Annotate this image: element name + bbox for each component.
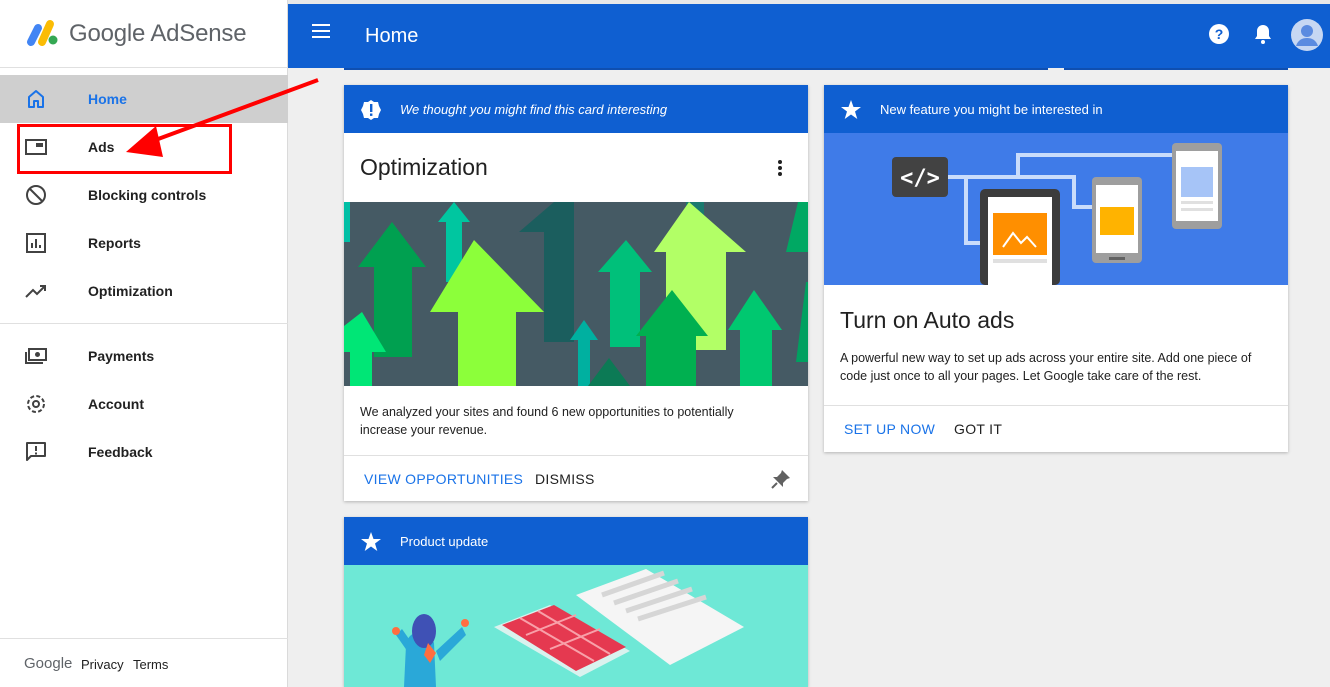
sidebar-item-label: Feedback (88, 444, 153, 460)
sidebar-divider (0, 323, 288, 324)
auto-ads-illustration: </> (824, 133, 1288, 285)
privacy-link[interactable]: Privacy (81, 657, 124, 672)
annotation-highlight-box (17, 124, 232, 174)
pin-icon[interactable] (771, 469, 791, 489)
set-up-now-button[interactable]: SET UP NOW (844, 421, 935, 437)
optimization-card: We thought you might find this card inte… (344, 85, 808, 501)
card-header: New feature you might be interested in (824, 85, 1288, 133)
card-header-text: We thought you might find this card inte… (400, 102, 668, 117)
card-title: Optimization (360, 154, 488, 180)
page-title: Home (365, 25, 419, 47)
feedback-icon (26, 442, 46, 461)
card-actions: SET UP NOW GOT IT (824, 405, 1288, 451)
more-vert-icon[interactable] (776, 159, 784, 177)
svg-text:?: ? (1215, 26, 1224, 42)
sidebar-item-account[interactable]: Account (0, 380, 288, 428)
menu-icon[interactable] (312, 24, 330, 38)
dismiss-button[interactable]: DISMISS (535, 471, 595, 487)
sidebar-item-payments[interactable]: Payments (0, 332, 288, 380)
payments-icon (25, 348, 47, 364)
sidebar-item-label: Blocking controls (88, 187, 207, 203)
adsense-logo[interactable]: Google AdSense (0, 0, 288, 68)
main-content: We thought you might find this card inte… (288, 68, 1330, 687)
reports-icon (26, 233, 46, 253)
svg-text:</>: </> (900, 166, 940, 191)
card-header-text: Product update (400, 534, 489, 549)
product-update-card: Product update (344, 517, 808, 687)
card-title: Turn on Auto ads (840, 307, 1015, 333)
help-icon[interactable]: ? (1207, 22, 1231, 46)
star-icon (841, 100, 861, 119)
trending-icon (25, 285, 46, 298)
view-opportunities-button[interactable]: VIEW OPPORTUNITIES (364, 471, 523, 487)
previous-card-edge (1064, 68, 1288, 70)
gear-icon (27, 395, 45, 413)
product-update-illustration (344, 565, 808, 687)
optimization-illustration (344, 202, 808, 386)
notifications-icon[interactable] (1251, 22, 1275, 46)
sidebar-item-label: Payments (88, 348, 155, 364)
sidebar-item-label: Home (88, 91, 127, 107)
card-actions: VIEW OPPORTUNITIES DISMISS (344, 455, 808, 501)
card-header: Product update (344, 517, 808, 565)
sidebar-item-home[interactable]: Home (0, 75, 288, 123)
got-it-button[interactable]: GOT IT (954, 421, 1002, 437)
sidebar-item-optimization[interactable]: Optimization (0, 267, 288, 315)
star-icon (361, 532, 381, 551)
brand-name: Google AdSense (69, 20, 247, 47)
sidebar: Google AdSense Home Ads Blocking control… (0, 0, 288, 687)
sidebar-item-blocking-controls[interactable]: Blocking controls (0, 171, 288, 219)
sidebar-footer: Google Privacy Terms (0, 638, 288, 687)
card-header: We thought you might find this card inte… (344, 85, 808, 133)
block-icon (26, 185, 46, 205)
sidebar-item-label: Account (88, 396, 144, 412)
card-header-text: New feature you might be interested in (880, 102, 1103, 117)
auto-ads-card: New feature you might be interested in <… (824, 85, 1288, 452)
previous-card-edge (344, 68, 1048, 70)
account-avatar[interactable] (1290, 18, 1324, 52)
card-body-text: A powerful new way to set up ads across … (840, 351, 1252, 383)
sidebar-item-feedback[interactable]: Feedback (0, 428, 288, 476)
home-icon (28, 90, 44, 108)
sidebar-item-label: Optimization (88, 283, 173, 299)
adsense-logo-icon (27, 20, 58, 46)
top-app-bar: Home ? (288, 4, 1330, 68)
google-wordmark: Google (24, 655, 73, 672)
sidebar-item-label: Reports (88, 235, 141, 251)
sidebar-item-reports[interactable]: Reports (0, 219, 288, 267)
card-body-text: We analyzed your sites and found 6 new o… (360, 405, 734, 437)
terms-link[interactable]: Terms (133, 657, 168, 672)
alert-badge-icon (361, 100, 381, 120)
